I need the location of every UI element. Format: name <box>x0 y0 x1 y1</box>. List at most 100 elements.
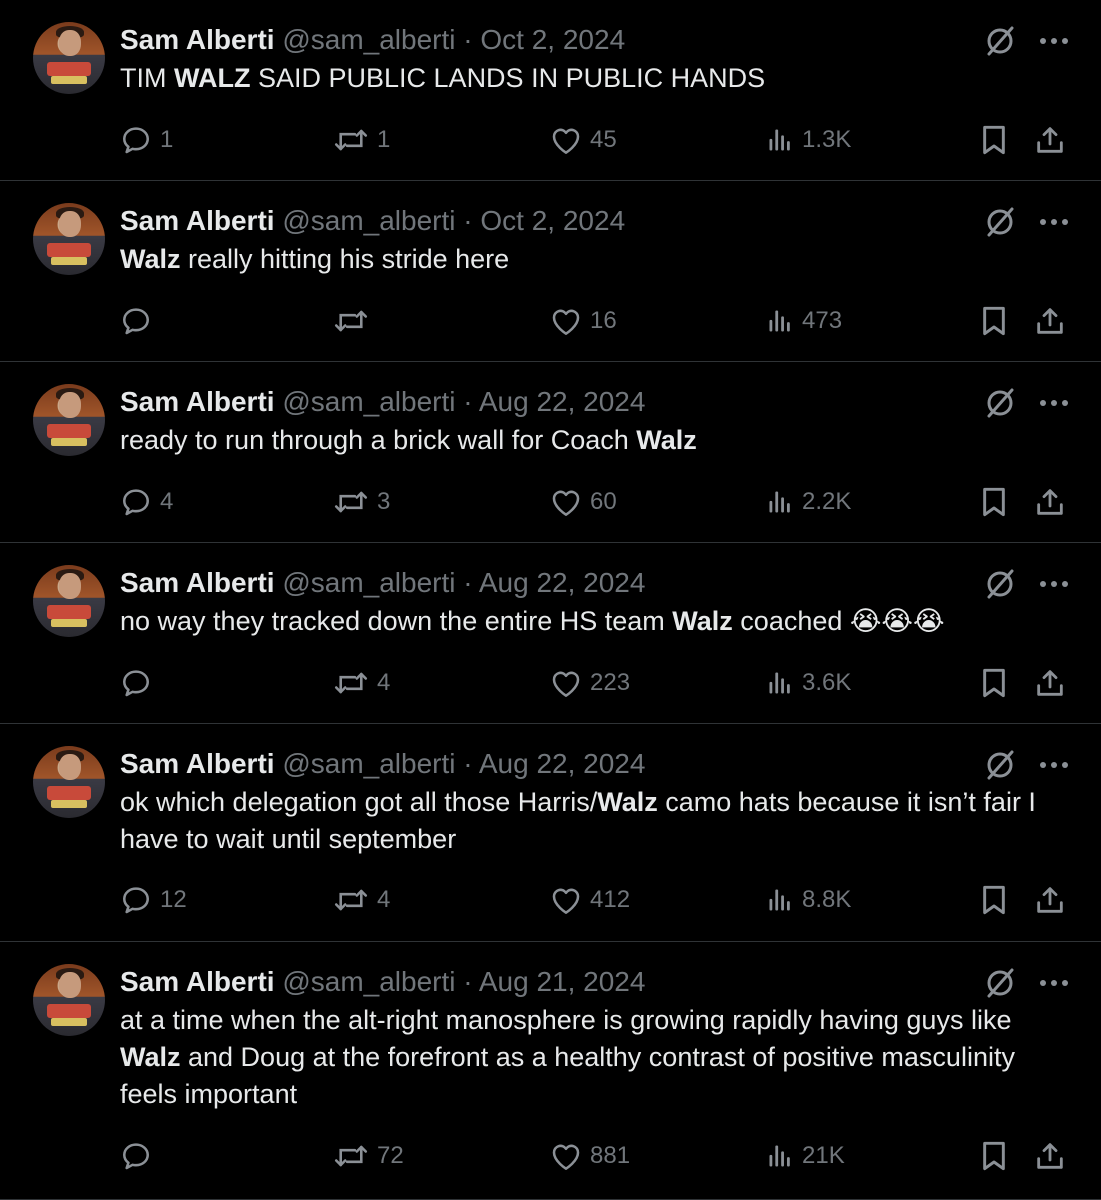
more-icon[interactable] <box>1039 217 1069 227</box>
tweet-text: Walz really hitting his stride here <box>120 244 510 274</box>
author-name[interactable]: Sam Alberti <box>120 205 275 236</box>
views-icon <box>766 669 794 697</box>
views-button[interactable]: 473 <box>766 303 842 339</box>
like-button[interactable]: 881 <box>550 1138 630 1174</box>
bookmark-button[interactable] <box>980 1138 1008 1174</box>
tweet-date[interactable]: Aug 22, 2024 <box>479 386 646 417</box>
author-name[interactable]: Sam Alberti <box>120 386 275 417</box>
views-button[interactable]: 21K <box>766 1138 845 1174</box>
share-button[interactable] <box>1034 122 1066 158</box>
like-count: 412 <box>590 886 631 913</box>
repost-button[interactable]: 4 <box>333 882 390 918</box>
highlight-term: WALZ <box>174 63 251 93</box>
tweet[interactable]: Sam Alberti @sam_alberti · Oct 2, 2024 T… <box>0 0 1101 181</box>
grok-icon[interactable] <box>983 386 1017 420</box>
repost-button[interactable]: 3 <box>333 484 390 520</box>
bookmark-button[interactable] <box>980 665 1008 701</box>
bookmark-button[interactable] <box>980 882 1008 918</box>
grok-icon[interactable] <box>983 966 1017 1000</box>
repost-button[interactable]: 72 <box>333 1138 404 1174</box>
views-count: 2.2K <box>802 488 852 515</box>
highlight-term: Walz <box>597 787 658 817</box>
repost-button[interactable] <box>333 303 377 339</box>
reply-button[interactable] <box>120 1138 160 1174</box>
avatar[interactable] <box>33 964 105 1036</box>
author-handle[interactable]: @sam_alberti <box>282 24 455 55</box>
tweet[interactable]: Sam Alberti @sam_alberti · Aug 22, 2024 … <box>0 724 1101 942</box>
repost-icon <box>333 1140 369 1172</box>
repost-button[interactable]: 4 <box>333 665 390 701</box>
author-handle[interactable]: @sam_alberti <box>282 567 455 598</box>
author-name[interactable]: Sam Alberti <box>120 748 275 779</box>
more-icon[interactable] <box>1039 978 1069 988</box>
action-bar: 72 881 21K <box>120 1138 1069 1174</box>
grok-icon[interactable] <box>983 24 1017 58</box>
bookmark-icon <box>980 124 1008 156</box>
like-button[interactable]: 412 <box>550 882 630 918</box>
views-button[interactable]: 2.2K <box>766 484 851 520</box>
tweet[interactable]: Sam Alberti @sam_alberti · Oct 2, 2024 W… <box>0 181 1101 362</box>
reply-button[interactable]: 4 <box>120 484 173 520</box>
bookmark-button[interactable] <box>980 484 1008 520</box>
author-handle[interactable]: @sam_alberti <box>282 386 455 417</box>
avatar[interactable] <box>33 384 105 456</box>
separator-dot: · <box>463 748 473 779</box>
tweet-date[interactable]: Oct 2, 2024 <box>480 24 625 55</box>
like-button[interactable]: 223 <box>550 665 630 701</box>
author-name[interactable]: Sam Alberti <box>120 567 275 598</box>
bookmark-button[interactable] <box>980 303 1008 339</box>
share-button[interactable] <box>1034 484 1066 520</box>
avatar[interactable] <box>33 203 105 275</box>
share-button[interactable] <box>1034 1138 1066 1174</box>
author-handle[interactable]: @sam_alberti <box>282 748 455 779</box>
avatar[interactable] <box>33 22 105 94</box>
grok-icon[interactable] <box>983 748 1017 782</box>
share-button[interactable] <box>1034 665 1066 701</box>
views-icon <box>766 307 794 335</box>
reply-button[interactable] <box>120 303 160 339</box>
reply-count: 12 <box>160 886 187 913</box>
like-button[interactable]: 60 <box>550 484 617 520</box>
tweet[interactable]: Sam Alberti @sam_alberti · Aug 21, 2024 … <box>0 942 1101 1200</box>
action-bar: 12 4 412 8.8K <box>120 882 1069 918</box>
like-button[interactable]: 45 <box>550 122 617 158</box>
grok-icon[interactable] <box>983 205 1017 239</box>
author-name[interactable]: Sam Alberti <box>120 24 275 55</box>
reply-button[interactable]: 12 <box>120 882 187 918</box>
reply-icon <box>120 124 152 156</box>
reply-count: 1 <box>160 126 174 153</box>
author-name[interactable]: Sam Alberti <box>120 966 275 997</box>
more-icon[interactable] <box>1039 760 1069 770</box>
views-count: 21K <box>802 1142 845 1169</box>
views-button[interactable]: 1.3K <box>766 122 851 158</box>
avatar[interactable] <box>33 746 105 818</box>
views-button[interactable]: 8.8K <box>766 882 851 918</box>
tweet-date[interactable]: Aug 22, 2024 <box>479 748 646 779</box>
tweet-date[interactable]: Aug 21, 2024 <box>479 966 646 997</box>
author-handle[interactable]: @sam_alberti <box>282 205 455 236</box>
grok-icon[interactable] <box>983 567 1017 601</box>
avatar[interactable] <box>33 565 105 637</box>
repost-button[interactable]: 1 <box>333 122 390 158</box>
share-button[interactable] <box>1034 303 1066 339</box>
repost-count: 1 <box>377 126 391 153</box>
bookmark-icon <box>980 667 1008 699</box>
author-handle[interactable]: @sam_alberti <box>282 966 455 997</box>
like-button[interactable]: 16 <box>550 303 617 339</box>
reply-button[interactable] <box>120 665 160 701</box>
share-button[interactable] <box>1034 882 1066 918</box>
tweet-date[interactable]: Aug 22, 2024 <box>479 567 646 598</box>
like-icon <box>550 306 582 336</box>
action-bar: 16 473 <box>120 303 1069 339</box>
more-icon[interactable] <box>1039 398 1069 408</box>
more-icon[interactable] <box>1039 36 1069 46</box>
reply-button[interactable]: 1 <box>120 122 173 158</box>
bookmark-button[interactable] <box>980 122 1008 158</box>
more-icon[interactable] <box>1039 579 1069 589</box>
views-button[interactable]: 3.6K <box>766 665 851 701</box>
bookmark-icon <box>980 1140 1008 1172</box>
tweet-date[interactable]: Oct 2, 2024 <box>480 205 625 236</box>
tweet[interactable]: Sam Alberti @sam_alberti · Aug 22, 2024 … <box>0 543 1101 724</box>
tweet[interactable]: Sam Alberti @sam_alberti · Aug 22, 2024 … <box>0 362 1101 543</box>
separator-dot: · <box>463 386 473 417</box>
